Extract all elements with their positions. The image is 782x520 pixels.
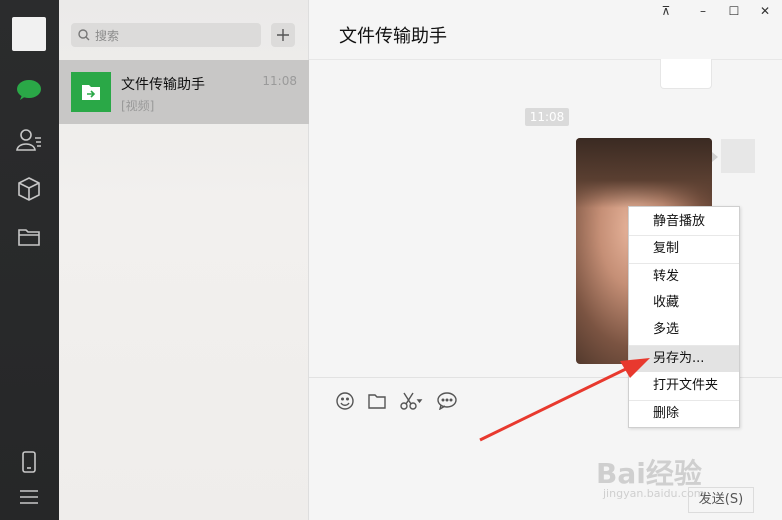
chat-icon[interactable]	[14, 75, 44, 105]
menu-item-multi-select[interactable]: 多选	[629, 317, 739, 343]
watermark-url: jingyan.baidu.com	[603, 487, 705, 500]
add-button[interactable]	[271, 23, 295, 47]
left-rail	[0, 0, 59, 520]
conversation-time: 11:08	[262, 74, 297, 88]
favorites-icon[interactable]	[14, 174, 44, 204]
search-placeholder: 搜索	[95, 29, 120, 43]
chat-history-icon[interactable]	[437, 391, 457, 411]
search-input[interactable]: 搜索	[71, 23, 261, 47]
conversation-preview: [视频]	[121, 99, 155, 113]
conversation-list: 搜索 文件传输助手 11:08 [视频]	[59, 0, 309, 520]
menu-item-copy[interactable]: 复制	[629, 236, 739, 262]
conversation-name: 文件传输助手	[121, 77, 205, 93]
phone-icon[interactable]	[14, 447, 44, 477]
menu-item-delete[interactable]: 删除	[629, 401, 739, 427]
contacts-icon[interactable]	[14, 125, 44, 155]
menu-icon[interactable]	[14, 482, 44, 512]
video-thumbnail	[576, 138, 712, 208]
avatar[interactable]	[12, 17, 46, 51]
menu-item-mute-play[interactable]: 静音播放	[629, 209, 739, 235]
search-icon	[78, 29, 90, 41]
plus-icon	[277, 29, 289, 41]
emoji-icon[interactable]	[335, 391, 355, 411]
maximize-icon[interactable]: ☐	[724, 4, 744, 18]
input-toolbar	[335, 391, 457, 411]
previous-message-bubble[interactable]	[660, 59, 712, 89]
context-menu: 静音播放 复制 转发 收藏 多选 另存为... 打开文件夹 删除	[628, 206, 740, 428]
menu-item-save-as[interactable]: 另存为...	[629, 346, 739, 372]
menu-item-forward[interactable]: 转发	[629, 264, 739, 290]
menu-item-favorite[interactable]: 收藏	[629, 290, 739, 316]
scissors-icon[interactable]	[399, 391, 425, 411]
bubble-tail	[712, 152, 718, 162]
minimize-icon[interactable]: –	[693, 4, 713, 18]
file-transfer-icon	[71, 72, 111, 112]
pin-icon[interactable]: ⊼	[656, 4, 676, 18]
time-tag: 11:08	[525, 108, 569, 126]
close-icon[interactable]: ✕	[755, 4, 775, 18]
self-avatar[interactable]	[721, 139, 755, 173]
chat-title: 文件传输助手	[339, 26, 447, 47]
menu-item-open-folder[interactable]: 打开文件夹	[629, 373, 739, 399]
watermark: Bai经验	[596, 457, 702, 490]
list-item[interactable]: 文件传输助手 11:08 [视频]	[59, 60, 309, 124]
folder-icon[interactable]	[367, 391, 387, 411]
files-icon[interactable]	[14, 222, 44, 252]
